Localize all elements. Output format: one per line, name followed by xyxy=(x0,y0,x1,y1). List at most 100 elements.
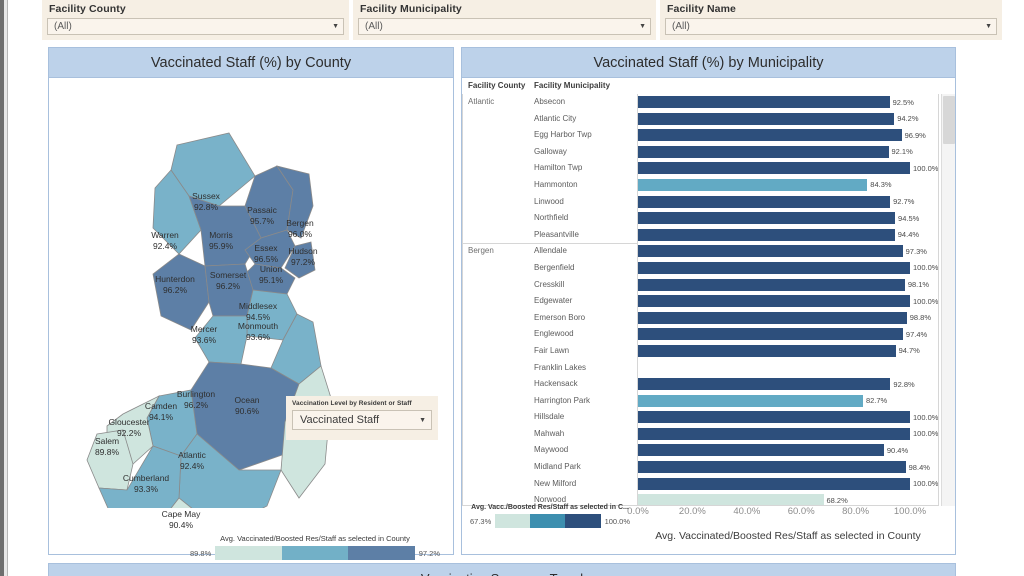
row-municipality-label: Edgewater xyxy=(534,296,573,306)
row-value-label: 97.4% xyxy=(905,329,928,339)
row-plot: 100.0% xyxy=(638,426,939,443)
row-bar[interactable] xyxy=(638,112,895,125)
legend-swatch-low xyxy=(495,514,531,528)
row-value-label: 100.0% xyxy=(913,429,939,439)
row-bar[interactable] xyxy=(638,178,868,191)
row-bar[interactable] xyxy=(638,228,895,241)
row-bar[interactable] xyxy=(638,261,910,274)
row-value-label: 92.5% xyxy=(892,97,914,107)
bar-legend-swatches xyxy=(495,514,601,528)
bar-chart-row[interactable]: Galloway 92.1% xyxy=(462,144,939,161)
row-plot: 96.9% xyxy=(638,127,939,144)
row-bar[interactable] xyxy=(638,394,863,407)
row-value-label: 97.3% xyxy=(905,246,927,256)
row-plot: 84.3% xyxy=(638,177,939,194)
bar-chart-row[interactable]: New Milford 100.0% xyxy=(462,476,939,493)
facility-name-select[interactable]: (All) ▼ xyxy=(665,18,997,35)
bar-chart-row[interactable]: Edgewater 100.0% xyxy=(462,293,939,310)
bar-chart-row[interactable]: Bergenfield 100.0% xyxy=(462,260,939,277)
scrollbar-thumb[interactable] xyxy=(943,96,955,144)
bar-chart-row[interactable]: Atlantic City 94.2% xyxy=(462,111,939,128)
bottom-panel-header: Vaccination Summary Trend xyxy=(48,563,956,576)
bar-chart-row[interactable]: Egg Harbor Twp 96.9% xyxy=(462,127,939,144)
row-plot: 94.2% xyxy=(638,111,939,128)
bar-chart-row[interactable]: Atlantic Absecon 92.5% xyxy=(462,94,939,111)
row-plot: 90.4% xyxy=(638,442,939,459)
page-scrollbar[interactable] xyxy=(0,0,4,576)
row-plot: 92.7% xyxy=(638,194,939,211)
row-municipality-label: Linwood xyxy=(534,196,564,206)
row-value-label: 94.7% xyxy=(898,346,920,356)
row-bar[interactable] xyxy=(638,328,903,341)
chevron-down-icon: ▼ xyxy=(985,23,992,30)
bar-chart-row[interactable]: Hammonton 84.3% xyxy=(462,177,939,194)
row-bar[interactable] xyxy=(638,96,890,108)
county-shape-hunterdon xyxy=(152,253,210,331)
facility-county-select[interactable]: (All) ▼ xyxy=(47,18,344,35)
row-municipality-label: Hillsdale xyxy=(534,412,565,422)
row-bar[interactable] xyxy=(638,195,891,208)
x-axis-tick: 0.0% xyxy=(627,506,649,517)
bar-chart-row[interactable]: Cresskill 98.1% xyxy=(462,277,939,294)
group-divider xyxy=(462,243,638,245)
row-value-label: 100.0% xyxy=(913,296,939,306)
bar-chart-row[interactable]: Pleasantville 94.4% xyxy=(462,227,939,244)
row-bar[interactable] xyxy=(638,444,884,457)
row-municipality-label: Franklin Lakes xyxy=(534,362,587,372)
column-header-county: Facility County xyxy=(468,81,526,90)
map-panel: Vaccinated Staff (%) by County Sussex 92… xyxy=(48,47,454,560)
row-plot: 68.2% xyxy=(638,492,939,506)
county-shape-somerset xyxy=(204,263,254,317)
bar-chart-row[interactable]: Linwood 92.7% xyxy=(462,194,939,211)
bar-chart-row[interactable]: Northfield 94.5% xyxy=(462,210,939,227)
row-bar[interactable] xyxy=(638,461,906,474)
bar-chart-row[interactable]: Bergen Allendale 97.3% xyxy=(462,243,939,260)
row-plot: 92.8% xyxy=(638,376,939,393)
bar-chart-row[interactable]: Hillsdale 100.0% xyxy=(462,409,939,426)
row-bar[interactable] xyxy=(638,145,889,158)
bar-chart-scrollbar[interactable] xyxy=(941,94,955,506)
row-bar[interactable] xyxy=(638,162,910,175)
row-value-label: 100.0% xyxy=(913,479,939,489)
row-plot: 97.4% xyxy=(638,326,939,343)
bar-legend-max: 100.0% xyxy=(604,516,630,526)
row-municipality-label: Galloway xyxy=(534,146,567,156)
row-plot: 92.1% xyxy=(638,144,939,161)
vaccination-level-select[interactable]: Vaccinated Staff ▼ xyxy=(292,410,432,430)
row-municipality-label: Bergenfield xyxy=(534,262,575,272)
bar-chart-row[interactable]: Hamilton Twp 100.0% xyxy=(462,160,939,177)
row-bar[interactable] xyxy=(638,278,905,291)
bar-chart-scroll-area[interactable]: Atlantic Absecon 92.5% Atlantic City 94.2% Eg… xyxy=(462,94,939,506)
bar-chart-row[interactable]: Maywood 90.4% xyxy=(462,442,939,459)
row-value-label: 98.4% xyxy=(908,462,930,472)
facility-municipality-select[interactable]: (All) ▼ xyxy=(358,18,651,35)
bar-chart-row[interactable]: Franklin Lakes xyxy=(462,360,939,377)
row-municipality-label: Cresskill xyxy=(534,279,565,289)
row-value-label: 94.2% xyxy=(897,114,919,124)
row-bar[interactable] xyxy=(638,344,896,357)
row-bar[interactable] xyxy=(638,477,910,490)
bar-chart-row[interactable]: Hackensack 92.8% xyxy=(462,376,939,393)
row-bar[interactable] xyxy=(638,311,907,324)
row-bar[interactable] xyxy=(638,378,891,391)
bar-chart-row[interactable]: Harrington Park 82.7% xyxy=(462,393,939,410)
bar-chart-row[interactable]: Emerson Boro 98.8% xyxy=(462,310,939,327)
new-jersey-choropleth-map[interactable] xyxy=(49,78,453,508)
row-bar[interactable] xyxy=(638,494,824,506)
row-bar[interactable] xyxy=(638,295,910,308)
row-municipality-label: Maywood xyxy=(534,445,569,455)
map-legend-swatches xyxy=(215,546,415,560)
bar-chart-row[interactable]: Mahwah 100.0% xyxy=(462,426,939,443)
bar-legend-min: 67.3% xyxy=(470,516,492,526)
bar-chart-row[interactable]: Englewood 97.4% xyxy=(462,326,939,343)
row-value-label: 90.4% xyxy=(886,445,909,455)
row-bar[interactable] xyxy=(638,129,902,142)
row-bar[interactable] xyxy=(638,212,896,225)
bar-chart-axis-title: Avg. Vaccinated/Boosted Res/Staff as sel… xyxy=(655,530,921,542)
row-bar[interactable] xyxy=(638,245,903,258)
bar-chart-row[interactable]: Midland Park 98.4% xyxy=(462,459,939,476)
row-bar[interactable] xyxy=(638,427,910,440)
bar-chart-panel: Vaccinated Staff (%) by Municipality Fac… xyxy=(461,47,956,555)
row-bar[interactable] xyxy=(638,411,910,424)
bar-chart-row[interactable]: Fair Lawn 94.7% xyxy=(462,343,939,360)
